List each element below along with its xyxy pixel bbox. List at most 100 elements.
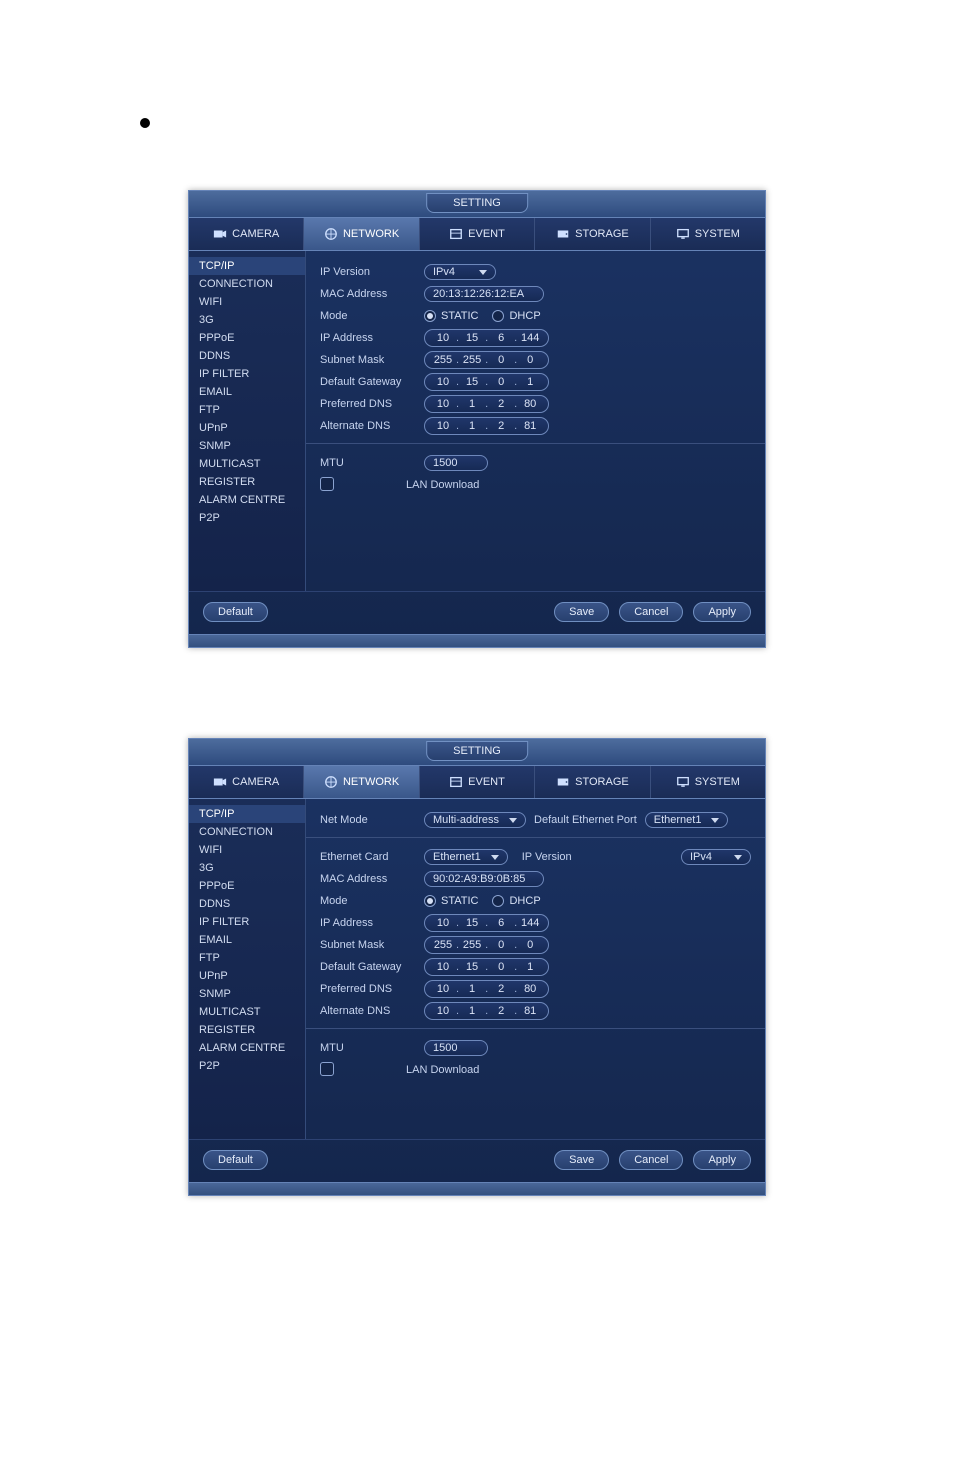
mtu-input[interactable]: 1500	[424, 455, 488, 471]
tab-network[interactable]: NETWORK	[304, 766, 419, 798]
pref-dns-input[interactable]: 10. 1. 2. 80	[424, 980, 549, 998]
cancel-button[interactable]: Cancel	[619, 602, 683, 622]
default-port-select[interactable]: Ethernet1	[645, 812, 729, 828]
ip-version-select[interactable]: IPv4	[424, 264, 496, 280]
lan-download-checkbox[interactable]	[320, 477, 334, 491]
storage-icon	[556, 227, 570, 241]
alt-dns-input[interactable]: 10. 1. 2. 81	[424, 1002, 549, 1020]
sidebar-item-register[interactable]: REGISTER	[189, 473, 305, 491]
tab-storage[interactable]: STORAGE	[535, 766, 650, 798]
sidebar-item-tcp-ip[interactable]: TCP/IP	[189, 257, 305, 275]
event-icon	[449, 227, 463, 241]
default-button[interactable]: Default	[203, 602, 268, 622]
sidebar-item-alarm-centre[interactable]: ALARM CENTRE	[189, 491, 305, 509]
ip-address-input[interactable]: 10. 15. 6. 144	[424, 914, 549, 932]
sidebar-item-tcp-ip[interactable]: TCP/IP	[189, 805, 305, 823]
sidebar-item-3g[interactable]: 3G	[189, 859, 305, 877]
ip-version-select[interactable]: IPv4	[681, 849, 751, 865]
label-ip: IP Address	[320, 332, 416, 344]
sidebar-item-alarm-centre[interactable]: ALARM CENTRE	[189, 1039, 305, 1057]
tab-label-system: SYSTEM	[695, 776, 740, 788]
sidebar-item-pppoe[interactable]: PPPoE	[189, 877, 305, 895]
sidebar-item-snmp[interactable]: SNMP	[189, 437, 305, 455]
sidebar-item-ddns[interactable]: DDNS	[189, 895, 305, 913]
tab-label-system: SYSTEM	[695, 228, 740, 240]
save-button[interactable]: Save	[554, 1150, 609, 1170]
sidebar-item-ddns[interactable]: DDNS	[189, 347, 305, 365]
tab-label-camera: CAMERA	[232, 228, 279, 240]
tab-label-event: EVENT	[468, 228, 505, 240]
mac-field: 20:13:12:26:12:EA	[424, 286, 544, 302]
sidebar-item-3g[interactable]: 3G	[189, 311, 305, 329]
sidebar-item-ip-filter[interactable]: IP FILTER	[189, 913, 305, 931]
gateway-input[interactable]: 10. 15. 0. 1	[424, 373, 549, 391]
sidebar-item-ftp[interactable]: FTP	[189, 401, 305, 419]
camera-icon	[213, 775, 227, 789]
footer-strip	[189, 1182, 765, 1195]
tab-system[interactable]: SYSTEM	[651, 218, 765, 250]
sidebar-item-ftp[interactable]: FTP	[189, 949, 305, 967]
save-button[interactable]: Save	[554, 602, 609, 622]
network-icon	[324, 775, 338, 789]
sidebar-item-email[interactable]: EMAIL	[189, 931, 305, 949]
apply-button[interactable]: Apply	[693, 1150, 751, 1170]
mtu-input[interactable]: 1500	[424, 1040, 488, 1056]
chevron-down-icon	[479, 270, 487, 275]
alt-dns-input[interactable]: 10. 1. 2. 81	[424, 417, 549, 435]
tab-camera[interactable]: CAMERA	[189, 766, 304, 798]
pref-dns-input[interactable]: 10. 1. 2. 80	[424, 395, 549, 413]
sidebar-item-upnp[interactable]: UPnP	[189, 419, 305, 437]
apply-button[interactable]: Apply	[693, 602, 751, 622]
sidebar-item-pppoe[interactable]: PPPoE	[189, 329, 305, 347]
sidebar-item-register[interactable]: REGISTER	[189, 1021, 305, 1039]
sidebar-item-snmp[interactable]: SNMP	[189, 985, 305, 1003]
label-ip-version: IP Version	[320, 266, 416, 278]
tab-event[interactable]: EVENT	[420, 218, 535, 250]
default-button[interactable]: Default	[203, 1150, 268, 1170]
eth-card-select[interactable]: Ethernet1	[424, 849, 508, 865]
system-icon	[676, 775, 690, 789]
sidebar-item-upnp[interactable]: UPnP	[189, 967, 305, 985]
sidebar-item-p2p[interactable]: P2P	[189, 1057, 305, 1075]
gateway-input[interactable]: 10. 15. 0. 1	[424, 958, 549, 976]
tab-label-event: EVENT	[468, 776, 505, 788]
sidebar: TCP/IPCONNECTIONWIFI3GPPPoEDDNSIP FILTER…	[189, 251, 306, 591]
label-eth-card: Ethernet Card	[320, 851, 416, 863]
storage-icon	[556, 775, 570, 789]
label-lan-download: LAN Download	[406, 1064, 479, 1076]
system-icon	[676, 227, 690, 241]
tab-storage[interactable]: STORAGE	[535, 218, 650, 250]
sidebar-item-wifi[interactable]: WIFI	[189, 293, 305, 311]
radio-dhcp[interactable]: DHCP	[492, 310, 540, 322]
sidebar-item-connection[interactable]: CONNECTION	[189, 275, 305, 293]
ip-address-input[interactable]: 10. 15. 6. 144	[424, 329, 549, 347]
bullet-mark	[140, 118, 150, 128]
sidebar-item-ip-filter[interactable]: IP FILTER	[189, 365, 305, 383]
sidebar-item-multicast[interactable]: MULTICAST	[189, 455, 305, 473]
cancel-button[interactable]: Cancel	[619, 1150, 683, 1170]
tab-system[interactable]: SYSTEM	[651, 766, 765, 798]
sidebar-item-email[interactable]: EMAIL	[189, 383, 305, 401]
sidebar-item-multicast[interactable]: MULTICAST	[189, 1003, 305, 1021]
radio-dot-icon	[424, 895, 436, 907]
subnet-input[interactable]: 255. 255. 0. 0	[424, 936, 549, 954]
tab-network[interactable]: NETWORK	[304, 218, 419, 250]
mac-value: 20:13:12:26:12:EA	[433, 286, 524, 302]
tab-label-network: NETWORK	[343, 776, 399, 788]
radio-static[interactable]: STATIC	[424, 895, 478, 907]
radio-dhcp[interactable]: DHCP	[492, 895, 540, 907]
ip-version-value: IPv4	[690, 849, 712, 865]
net-mode-value: Multi-address	[433, 812, 499, 828]
radio-static[interactable]: STATIC	[424, 310, 478, 322]
tab-camera[interactable]: CAMERA	[189, 218, 304, 250]
tab-event[interactable]: EVENT	[420, 766, 535, 798]
mac-value: 90:02:A9:B9:0B:85	[433, 871, 525, 887]
net-mode-select[interactable]: Multi-address	[424, 812, 526, 828]
settings-window-2: SETTING CAMERA NETWORK EVENT STORAGE SYS…	[188, 738, 766, 1196]
sidebar-item-connection[interactable]: CONNECTION	[189, 823, 305, 841]
sidebar-item-wifi[interactable]: WIFI	[189, 841, 305, 859]
subnet-input[interactable]: 255. 255. 0. 0	[424, 351, 549, 369]
sidebar-item-p2p[interactable]: P2P	[189, 509, 305, 527]
label-pref-dns: Preferred DNS	[320, 398, 416, 410]
lan-download-checkbox[interactable]	[320, 1062, 334, 1076]
